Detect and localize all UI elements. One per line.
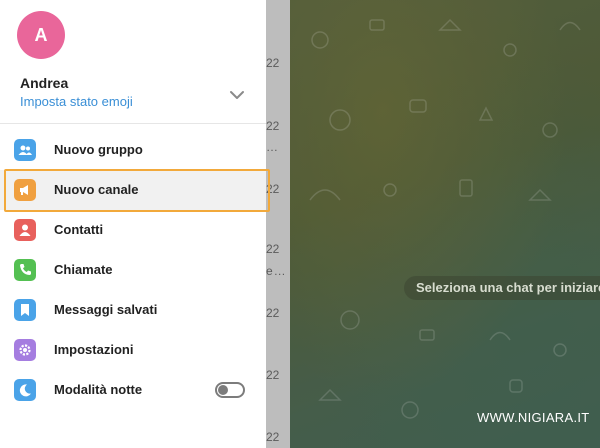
chat-time: 22: [266, 430, 280, 444]
menu-item-night-mode[interactable]: Modalità notte: [0, 370, 266, 410]
phone-icon: [14, 259, 36, 281]
chevron-down-icon[interactable]: [226, 84, 248, 106]
user-name: Andrea: [20, 75, 69, 91]
annotation-highlight: [4, 169, 270, 212]
set-emoji-status-link[interactable]: Imposta stato emoji: [20, 94, 133, 109]
contact-icon: [14, 219, 36, 241]
watermark: WWW.NIGIARA.IT: [477, 410, 590, 425]
menu-item-new-group[interactable]: Nuovo gruppo: [0, 130, 266, 170]
chat-time: 22: [266, 56, 280, 70]
menu-item-label: Modalità notte: [54, 382, 143, 397]
menu-item-label: Impostazioni: [54, 342, 134, 357]
overlay-dim: [290, 0, 600, 448]
menu-item-label: Chiamate: [54, 262, 113, 277]
night-mode-toggle[interactable]: [215, 382, 245, 398]
avatar[interactable]: A: [17, 11, 65, 59]
bookmark-icon: [14, 299, 36, 321]
group-icon: [14, 139, 36, 161]
chat-preview-ellipsis: e…: [266, 264, 287, 278]
chat-preview-ellipsis: …: [266, 140, 279, 154]
side-menu: A Andrea Imposta stato emoji Nuovo grupp…: [0, 0, 270, 448]
chat-time: 22: [266, 306, 280, 320]
chat-area: Seleziona una chat per iniziare WWW.NIGI…: [290, 0, 600, 448]
menu-item-label: Nuovo gruppo: [54, 142, 143, 157]
menu-item-saved-messages[interactable]: Messaggi salvati: [0, 290, 266, 330]
gear-icon: [14, 339, 36, 361]
menu-item-contacts[interactable]: Contatti: [0, 210, 266, 250]
empty-chat-prompt: Seleziona una chat per iniziare: [404, 276, 600, 300]
toggle-knob: [218, 385, 228, 395]
chat-list-times: 22 22 … 22 22 e… 22 22 22: [266, 0, 290, 448]
chat-time: 22: [266, 242, 280, 256]
chat-time: 22: [266, 368, 280, 382]
menu-item-label: Contatti: [54, 222, 104, 237]
chat-time: 22: [266, 119, 280, 133]
divider: [0, 123, 266, 124]
menu-item-settings[interactable]: Impostazioni: [0, 330, 266, 370]
moon-icon: [14, 379, 36, 401]
menu-item-label: Messaggi salvati: [54, 302, 158, 317]
menu-item-calls[interactable]: Chiamate: [0, 250, 266, 290]
